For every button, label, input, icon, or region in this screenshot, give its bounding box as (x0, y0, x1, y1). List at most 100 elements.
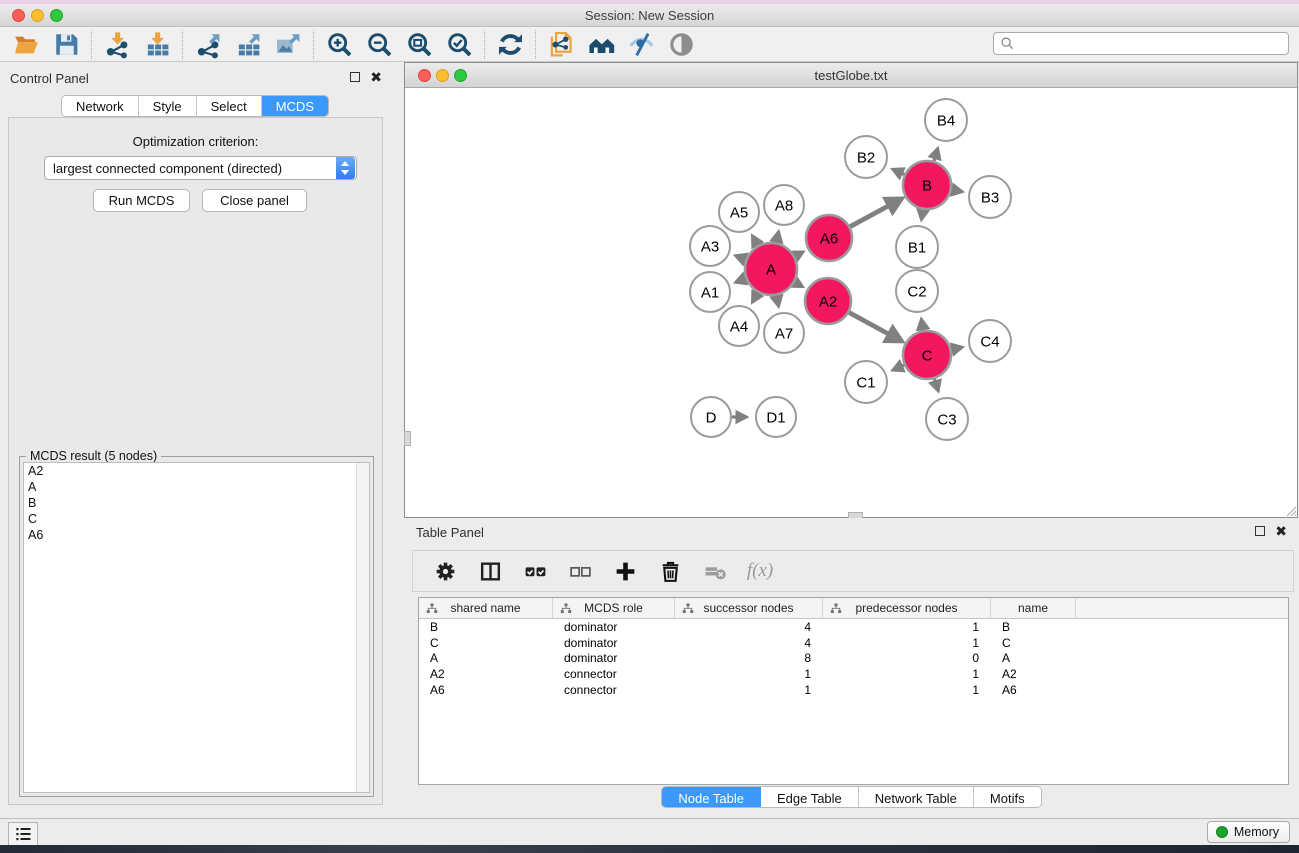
float-panel-icon[interactable] (350, 72, 360, 82)
show-panels-button[interactable] (8, 822, 38, 846)
cell-predecessor-nodes[interactable]: 1 (823, 620, 991, 634)
cell-successor-nodes[interactable]: 4 (675, 636, 823, 650)
zoom-fit-button[interactable] (399, 29, 439, 60)
graph-node-C[interactable]: C (903, 331, 951, 379)
cell-successor-nodes[interactable]: 4 (675, 620, 823, 634)
result-item-c[interactable]: C (24, 511, 369, 527)
graph-node-D1[interactable]: D1 (756, 397, 796, 437)
cell-name[interactable]: A6 (991, 683, 1076, 697)
graph-edge-A2-C[interactable] (849, 312, 901, 341)
cell-MCDS-role[interactable]: connector (553, 667, 675, 681)
cell-MCDS-role[interactable]: dominator (553, 651, 675, 665)
cell-predecessor-nodes[interactable]: 1 (823, 667, 991, 681)
graph-edge-A-A7[interactable] (776, 295, 778, 306)
zoom-out-button[interactable] (359, 29, 399, 60)
graph-edge-A-A1[interactable] (736, 279, 746, 283)
graph-node-A[interactable]: A (745, 243, 797, 295)
network-canvas[interactable]: B4B2BB3A5A8A6A3AB1A1A2C2A4A7C4CC1DD1C3 (405, 88, 1297, 517)
cell-name[interactable]: C (991, 636, 1076, 650)
optimization-criterion-select[interactable]: largest connected component (directed) (44, 156, 357, 180)
cell-shared-name[interactable]: B (419, 620, 553, 634)
deselect-all-button[interactable] (564, 555, 596, 587)
graph-node-A4[interactable]: A4 (719, 306, 759, 346)
graph-edge-B-B1[interactable] (921, 210, 923, 220)
cell-MCDS-role[interactable]: connector (553, 683, 675, 697)
column-header-MCDS-role[interactable]: MCDS role (553, 598, 675, 618)
graph-edge-A-A4[interactable] (753, 293, 758, 302)
zoom-selected-button[interactable] (439, 29, 479, 60)
cell-shared-name[interactable]: A6 (419, 683, 553, 697)
export-image-button[interactable] (268, 29, 308, 60)
cell-shared-name[interactable]: A2 (419, 667, 553, 681)
column-header-successor-nodes[interactable]: successor nodes (675, 598, 823, 618)
delete-column-button[interactable] (654, 555, 686, 587)
result-item-a[interactable]: A (24, 479, 369, 495)
export-table-button[interactable] (228, 29, 268, 60)
graph-edge-A-A2[interactable] (795, 282, 803, 286)
import-table-button[interactable] (137, 29, 177, 60)
open-session-button[interactable] (6, 29, 46, 60)
graph-edge-A-A3[interactable] (736, 256, 746, 260)
graph-node-A7[interactable]: A7 (764, 313, 804, 353)
graph-node-A3[interactable]: A3 (690, 226, 730, 266)
tab-network-table[interactable]: Network Table (859, 787, 974, 808)
memory-button[interactable]: Memory (1207, 821, 1290, 843)
network-from-clipboard-button[interactable] (541, 29, 581, 60)
tab-node-table[interactable]: Node Table (662, 787, 761, 808)
import-network-button[interactable] (97, 29, 137, 60)
graph-node-B1[interactable]: B1 (896, 226, 938, 268)
cell-name[interactable]: A2 (991, 667, 1076, 681)
graph-node-A2[interactable]: A2 (805, 278, 851, 324)
column-visibility-button[interactable] (474, 555, 506, 587)
graph-edge-A-A8[interactable] (776, 232, 778, 243)
cell-successor-nodes[interactable]: 8 (675, 651, 823, 665)
graph-node-A8[interactable]: A8 (764, 185, 804, 225)
cell-successor-nodes[interactable]: 1 (675, 667, 823, 681)
graph-node-C3[interactable]: C3 (926, 398, 968, 440)
table-row-c[interactable]: Cdominator41C (419, 635, 1288, 651)
float-table-panel-icon[interactable] (1255, 526, 1265, 536)
cell-predecessor-nodes[interactable]: 1 (823, 683, 991, 697)
close-table-panel-icon[interactable]: ✖ (1275, 525, 1287, 537)
graph-node-A5[interactable]: A5 (719, 192, 759, 232)
graph-edge-B-B3[interactable] (952, 190, 962, 192)
result-item-a6[interactable]: A6 (24, 527, 369, 543)
home-layout-button[interactable] (581, 29, 621, 60)
column-header-shared-name[interactable]: shared name (419, 598, 553, 618)
cell-predecessor-nodes[interactable]: 1 (823, 636, 991, 650)
cell-MCDS-role[interactable]: dominator (553, 620, 675, 634)
graph-edge-A6-B[interactable] (850, 199, 901, 227)
graph-node-B4[interactable]: B4 (925, 99, 967, 141)
cell-name[interactable]: B (991, 620, 1076, 634)
tab-mcds[interactable]: MCDS (262, 96, 328, 116)
graph-node-C2[interactable]: C2 (896, 270, 938, 312)
table-row-a[interactable]: Adominator80A (419, 651, 1288, 667)
cell-predecessor-nodes[interactable]: 0 (823, 651, 991, 665)
attribute-settings-button[interactable] (429, 555, 461, 587)
graph-edge-C-C2[interactable] (921, 319, 923, 330)
hide-graphics-details-button[interactable] (621, 29, 661, 60)
canvas-left-scroll-handle[interactable] (404, 431, 411, 446)
graph-node-C1[interactable]: C1 (845, 361, 887, 403)
cell-name[interactable]: A (991, 651, 1076, 665)
column-header-name[interactable]: name (991, 598, 1076, 618)
result-item-a2[interactable]: A2 (24, 463, 369, 479)
graph-edge-B-B4[interactable] (934, 149, 938, 161)
show-graphics-details-button[interactable] (661, 29, 701, 60)
graph-node-C4[interactable]: C4 (969, 320, 1011, 362)
close-panel-button[interactable]: Close panel (202, 189, 307, 212)
graph-node-B[interactable]: B (903, 161, 951, 209)
graph-edge-B-B2[interactable] (893, 169, 904, 174)
save-session-button[interactable] (46, 29, 86, 60)
graph-edge-C-C3[interactable] (934, 379, 938, 391)
graph-node-A6[interactable]: A6 (806, 215, 852, 261)
table-row-a2[interactable]: A2connector11A2 (419, 666, 1288, 682)
graph-node-A1[interactable]: A1 (690, 272, 730, 312)
table-row-a6[interactable]: A6connector11A6 (419, 682, 1288, 698)
cell-successor-nodes[interactable]: 1 (675, 683, 823, 697)
add-column-button[interactable] (609, 555, 641, 587)
close-panel-icon[interactable]: ✖ (370, 71, 382, 83)
graph-node-B3[interactable]: B3 (969, 176, 1011, 218)
graph-edge-C-C1[interactable] (893, 365, 904, 370)
zoom-in-button[interactable] (319, 29, 359, 60)
